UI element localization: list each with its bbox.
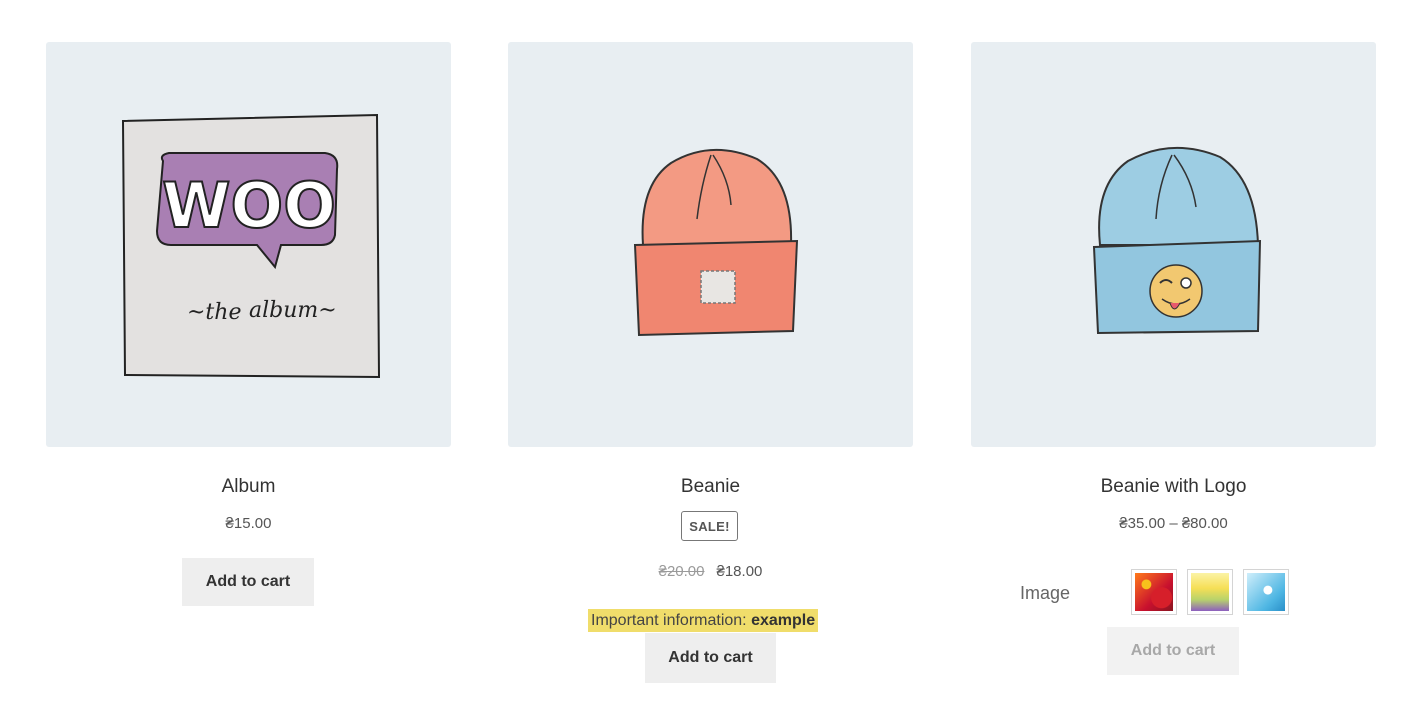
product-image-album[interactable]: WOO ~the album~ (46, 42, 451, 447)
product-card-album: WOO ~the album~ Album ₴15.00 Add to cart (46, 42, 451, 606)
product-title[interactable]: Album (46, 476, 451, 498)
product-price: ₴20.00 ₴18.00 (508, 563, 913, 581)
sale-badge: SALE! (681, 511, 738, 541)
image-swatches (1131, 569, 1289, 615)
album-illustration-icon: WOO ~the album~ (121, 113, 380, 378)
svg-text:~the: ~the (187, 300, 241, 325)
product-price: ₴15.00 (225, 515, 272, 532)
svg-text:album~: album~ (249, 298, 337, 323)
blue-beanie-logo-icon (1092, 146, 1261, 334)
sale-price: ₴18.00 (716, 563, 763, 580)
yellow-flowers-swatch[interactable] (1187, 569, 1233, 615)
add-to-cart-button-disabled[interactable]: Add to cart (1107, 627, 1239, 675)
attribute-label: Image (1020, 583, 1071, 603)
product-title[interactable]: Beanie (508, 476, 913, 498)
product-title[interactable]: Beanie with Logo (971, 476, 1376, 498)
product-image-beanie[interactable] (508, 42, 913, 447)
product-image-beanie-with-logo[interactable] (971, 42, 1376, 447)
add-to-cart-button[interactable]: Add to cart (645, 633, 776, 683)
info-label: Important information: (591, 612, 747, 629)
add-to-cart-button[interactable]: Add to cart (182, 558, 314, 606)
product-card-beanie-with-logo: Beanie with Logo ₴35.00 – ₴80.00 Image A… (971, 42, 1376, 675)
important-info-note: Important information: example (588, 609, 819, 632)
product-card-beanie: Beanie SALE! ₴20.00 ₴18.00 Important info… (508, 42, 913, 683)
info-value: example (751, 612, 816, 629)
original-price: ₴20.00 (658, 563, 705, 580)
red-flowers-swatch[interactable] (1131, 569, 1177, 615)
blue-snowflake-swatch[interactable] (1243, 569, 1289, 615)
product-price: ₴35.00 – ₴80.00 (1119, 515, 1228, 532)
svg-text:WOO: WOO (162, 169, 336, 242)
orange-beanie-icon (633, 148, 798, 336)
